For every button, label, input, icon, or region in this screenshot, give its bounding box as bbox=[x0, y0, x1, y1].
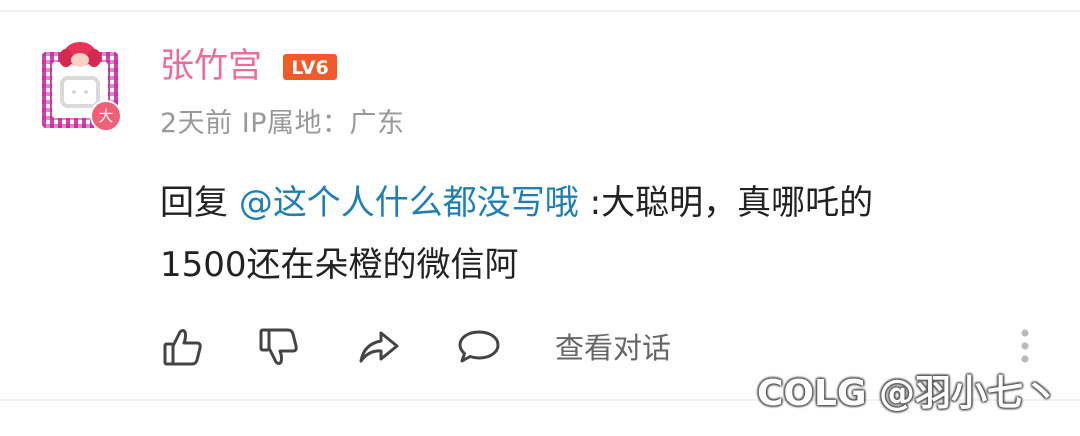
comment-text: 回复 @这个人什么都没写哦 :大聪明，真哪吒的 1500还在朵橙的微信阿 bbox=[160, 172, 1040, 296]
mention-link[interactable]: @这个人什么都没写哦 bbox=[239, 183, 579, 223]
like-button[interactable] bbox=[160, 324, 206, 370]
share-button[interactable] bbox=[356, 324, 402, 370]
thumbs-down-icon bbox=[259, 328, 298, 365]
more-vertical-icon[interactable] bbox=[1008, 326, 1042, 368]
thumbs-up-icon bbox=[163, 329, 202, 366]
comment-line2: 1500还在朵橙的微信阿 bbox=[160, 245, 519, 285]
level-badge: LV6 bbox=[283, 54, 337, 80]
ip-location: IP属地：广东 bbox=[241, 108, 405, 139]
view-conversation-button[interactable]: 查看对话 bbox=[555, 328, 671, 368]
comment-line1: :大聪明，真哪吒的 bbox=[578, 183, 874, 223]
comment-time: 2天前 bbox=[160, 108, 233, 139]
level-badge-text: LV6 bbox=[291, 57, 328, 79]
dislike-button[interactable] bbox=[256, 324, 302, 370]
comment-meta: 2天前 IP属地：广东 bbox=[160, 104, 405, 144]
avatar-badge: 大 bbox=[90, 100, 122, 132]
watermark: COLG @羽小七丶 bbox=[757, 373, 1060, 414]
tv-placeholder-icon bbox=[60, 76, 100, 108]
reply-button[interactable] bbox=[456, 324, 502, 370]
share-icon bbox=[359, 331, 399, 363]
top-divider bbox=[0, 10, 1080, 12]
avatar-pendant-icon bbox=[59, 42, 101, 67]
reply-prefix: 回复 bbox=[160, 183, 228, 223]
user-avatar[interactable]: 大 bbox=[40, 40, 122, 132]
speech-bubble-icon bbox=[458, 330, 500, 363]
username[interactable]: 张竹宫 bbox=[160, 42, 262, 90]
